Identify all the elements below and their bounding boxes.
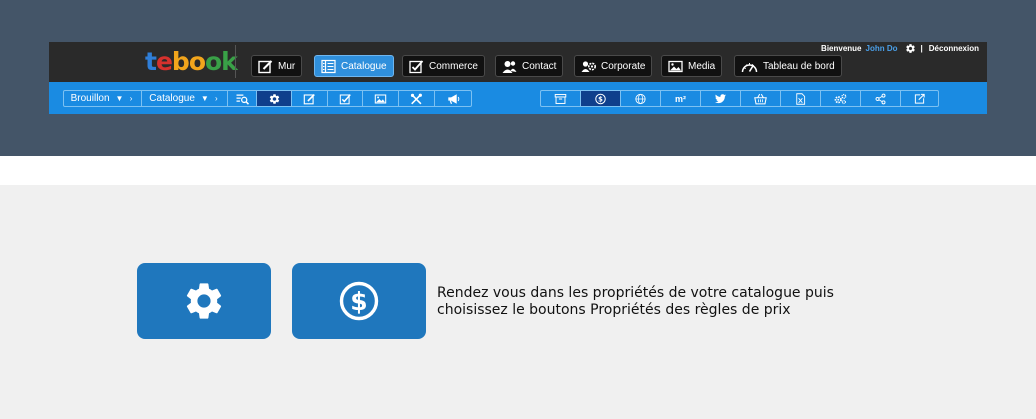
excel-icon [796, 92, 806, 105]
tool-announce[interactable] [435, 91, 471, 106]
gear-icon [186, 283, 222, 319]
username-link[interactable]: John Do [866, 44, 898, 53]
nav-label: Commerce [429, 60, 478, 72]
nav-corporate[interactable]: Corporate [574, 55, 653, 77]
tool-surface[interactable]: m² [661, 91, 701, 106]
catalog-select-value: Catalogue [149, 93, 195, 104]
tool-edit[interactable] [292, 91, 328, 106]
basket-icon [754, 93, 767, 104]
megaphone-icon [447, 93, 459, 104]
main-nav-bar: tebook Mur Catalogue Commerce Contact Co… [49, 42, 987, 82]
tool-bar: Brouillon ▼ › Catalogue ▼ › $ m² [49, 82, 987, 114]
tool-open-external[interactable] [901, 91, 938, 106]
archive-icon [554, 93, 567, 104]
tool-basket[interactable] [741, 91, 781, 106]
catalog-properties-button[interactable] [137, 263, 271, 339]
nav-label: Mur [278, 60, 296, 72]
svg-text:$: $ [598, 95, 603, 103]
chevron-down-icon: ▼ › [115, 94, 135, 103]
tebook-logo[interactable]: tebook [145, 47, 238, 76]
image-icon [374, 93, 387, 104]
app-header: tebook Mur Catalogue Commerce Contact Co… [49, 42, 987, 114]
nav-label: Corporate [601, 60, 646, 72]
user-settings-gear-icon[interactable] [905, 43, 916, 54]
logo-part: e [155, 47, 173, 76]
separator: | [920, 44, 923, 53]
chevron-down-icon: ▼ › [200, 94, 220, 103]
nav-label: Media [688, 60, 716, 72]
tool-image[interactable] [363, 91, 399, 106]
gear-icon [269, 93, 279, 104]
logo-part: t [145, 47, 157, 76]
tool-settings[interactable] [257, 91, 292, 106]
dollar-circle-icon: $ [339, 281, 379, 321]
twitter-icon [715, 93, 726, 103]
left-toolbar-group: Brouillon ▼ › Catalogue ▼ › [63, 90, 472, 107]
nav-mur[interactable]: Mur [251, 55, 303, 77]
tool-checklist[interactable] [328, 91, 363, 106]
nav-label: Contact [522, 60, 557, 72]
tool-tools[interactable] [399, 91, 435, 106]
logo-part: ok [205, 47, 238, 76]
checklist-icon [409, 59, 424, 73]
square-meter-icon: m² [675, 93, 686, 104]
right-toolbar-group: $ m² [540, 90, 939, 107]
user-info: Bienvenue John Do | Déconnexion [821, 43, 979, 54]
welcome-text: Bienvenue [821, 44, 862, 53]
contacts-icon [502, 60, 517, 73]
status-select[interactable]: Brouillon ▼ › [64, 91, 142, 106]
external-link-icon [914, 93, 925, 104]
image-icon [668, 60, 683, 72]
logo-divider [235, 45, 236, 78]
search-list-icon [236, 94, 249, 105]
nav-label: Catalogue [341, 60, 387, 72]
status-select-value: Brouillon [70, 93, 110, 104]
svg-text:$: $ [350, 287, 367, 316]
dollar-icon: $ [595, 93, 606, 104]
tool-price[interactable]: $ [581, 91, 621, 106]
nav-tableau-de-bord[interactable]: Tableau de bord [734, 55, 842, 77]
catalog-select[interactable]: Catalogue ▼ › [142, 91, 228, 106]
nav-media[interactable]: Media [661, 55, 723, 77]
logo-part: bo [171, 47, 206, 76]
checklist-icon [339, 93, 351, 104]
tool-archive[interactable] [541, 91, 581, 106]
instruction-text: Rendez vous dans les propriétés de votre… [437, 285, 834, 318]
tool-twitter[interactable] [701, 91, 741, 106]
tools-icon [410, 93, 422, 104]
globe-icon [635, 93, 646, 104]
price-rules-button[interactable]: $ [292, 263, 426, 339]
edit-icon [258, 59, 273, 73]
share-icon [875, 93, 886, 104]
logout-link[interactable]: Déconnexion [929, 44, 979, 53]
tool-globe[interactable] [621, 91, 661, 106]
cogs-icon [834, 93, 847, 104]
nav-contact[interactable]: Contact [495, 55, 564, 77]
dashboard-gauge-icon [741, 62, 758, 72]
nav-label: Tableau de bord [763, 60, 835, 72]
tool-advanced-settings[interactable] [821, 91, 861, 106]
tool-share[interactable] [861, 91, 901, 106]
corporate-icon [581, 60, 597, 72]
nav-commerce[interactable]: Commerce [402, 55, 485, 77]
nav-catalogue[interactable]: Catalogue [314, 55, 394, 77]
tool-search-list[interactable] [228, 91, 257, 106]
header-band: tebook Mur Catalogue Commerce Contact Co… [0, 0, 1036, 156]
catalog-icon [321, 59, 336, 73]
edit-icon [303, 93, 315, 104]
tool-excel[interactable] [781, 91, 821, 106]
